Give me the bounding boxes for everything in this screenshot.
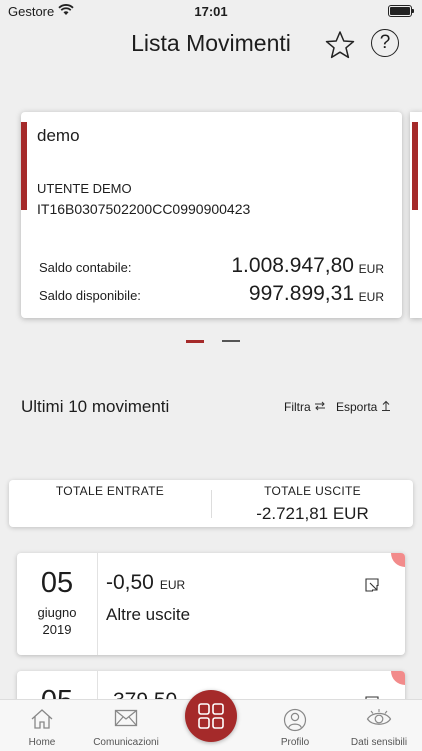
status-bar: Gestore 17:01 [0,0,422,22]
page-title: Lista Movimenti [131,30,291,56]
mail-icon [114,708,138,733]
menu-grid-button[interactable] [185,690,237,742]
balance-accounting-row: Saldo contabile: 1.008.947,80 EUR [39,252,384,278]
movement-amount: -0,50 [106,571,154,594]
tab-home[interactable]: Home [0,700,84,751]
help-icon[interactable]: ? [371,29,399,57]
balance-available-value: 997.899,31 [248,282,354,305]
balance-accounting-currency: EUR [358,262,384,276]
section-title: Ultimi 10 movimenti [21,397,170,416]
account-holder: UTENTE DEMO [37,181,132,196]
account-name: demo [37,126,80,145]
account-iban: IT16B0307502200CC0990900423 [37,201,251,217]
balance-available-currency: EUR [358,290,384,304]
movement-description: Altre uscite [106,605,191,624]
movement-date: 05 giugno 2019 [17,553,98,655]
open-detail-icon[interactable] [365,578,379,592]
balance-available-row: Saldo disponibile: 997.899,31 EUR [39,280,384,306]
star-icon[interactable] [325,30,355,60]
export-button[interactable]: Esporta [336,400,391,414]
tab-label: Comunicazioni [93,737,159,748]
eye-icon [366,708,392,733]
movement-currency: EUR [159,578,186,592]
total-expenses-value: -2.721,81 EUR [256,504,369,523]
card-accent-bar [412,122,418,210]
next-account-card[interactable] [410,112,422,318]
filter-button[interactable]: Filtra [284,400,326,414]
grid-icon [198,703,224,734]
account-card[interactable]: demo UTENTE DEMO IT16B0307502200CC099090… [21,112,402,318]
tab-label: Home [28,737,56,748]
pager-indicator-active[interactable] [186,340,204,343]
total-expenses-label: TOTALE USCITE [264,484,361,498]
swap-icon [314,400,326,414]
movement-amount-row: -0,50 EUR [106,571,185,595]
clock: 17:01 [194,4,228,19]
tab-label: Profilo [280,737,310,748]
tab-comunicazioni[interactable]: Comunicazioni [84,700,168,751]
balance-accounting-value: 1.008.947,80 [231,254,354,277]
balance-accounting-label: Saldo contabile: [39,260,132,275]
card-accent-bar [21,122,27,210]
upload-icon [381,400,391,414]
movement-month: giugno [37,605,77,620]
movement-year: 2019 [42,622,72,637]
totals-panel: TOTALE ENTRATE TOTALE USCITE -2.721,81 E… [9,480,413,527]
tab-profilo[interactable]: Profilo [253,700,337,751]
battery-icon [388,5,414,17]
balance-available-label: Saldo disponibile: [39,288,141,303]
filter-label: Filtra [284,400,311,414]
tab-label: Dati sensibili [350,737,408,748]
home-icon [30,708,54,735]
movement-item[interactable]: 05 giugno 2019 -0,50 EUR Altre uscite [17,553,405,655]
profile-icon [283,708,307,737]
movement-day: 05 [40,567,74,599]
export-label: Esporta [336,400,378,414]
tab-dati-sensibili[interactable]: Dati sensibili [337,700,421,751]
movement-tag [391,671,405,685]
pager-indicator[interactable] [222,340,240,342]
movement-tag [391,553,405,567]
total-income-label: TOTALE ENTRATE [55,484,165,498]
